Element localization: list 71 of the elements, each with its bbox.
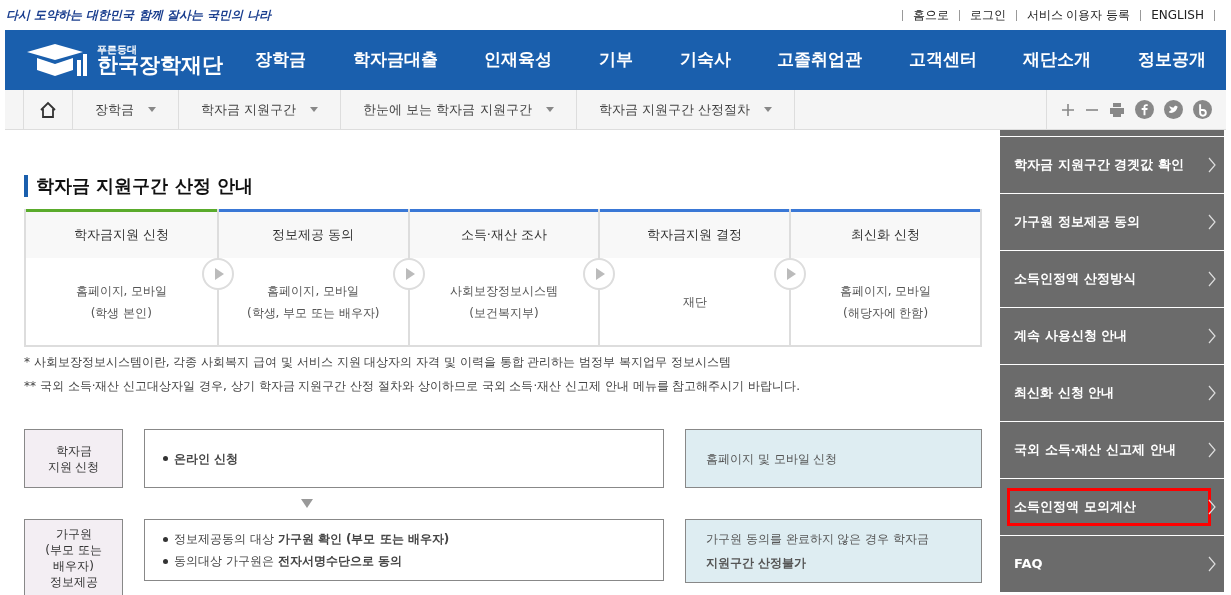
step-detail: (학생 본인) [90,304,152,322]
caret-icon [148,107,156,112]
zoom-in-icon[interactable] [1061,102,1075,117]
sidebar-item[interactable]: 최신화 신청 안내 [1000,365,1224,421]
nav-item[interactable]: 재단소개 [1023,47,1092,73]
footnote: ** 국외 소득·재산 신고대상자일 경우, 상기 학자금 지원구간 산정 절차와 상이하므로 국외 소득·재산 신고제 안내 메뉴를 참고해주시기 바랍니다. [24,378,802,395]
sidebar-item[interactable]: 소득인정액 모의계산 [1000,479,1224,535]
breadcrumb-dropdown[interactable]: 학자금 지원구간 [179,90,342,129]
sidebar-item[interactable]: 가구원 정보제공 동의 [1000,194,1224,250]
print-icon[interactable] [1109,101,1125,118]
nav-item[interactable]: 고객센터 [908,47,977,73]
sidebar-item[interactable]: 소득인정액 산정방식 [1000,251,1224,307]
bullet-text: 온라인 신청 [174,450,239,468]
info-text: 지원구간 산정불가 [706,555,808,572]
chevron-right-icon [1208,385,1216,401]
bird-icon[interactable] [1164,100,1183,119]
step-title: 학자금지원 결정 [600,212,790,258]
breadcrumb-dropdown[interactable]: 장학금 [73,90,179,129]
down-arrow-icon [301,499,313,508]
step-detail: (해당자에 한함) [843,304,929,322]
top-link[interactable]: ENGLISH [1151,6,1204,24]
footnote: * 사회보장정보시스템이란, 각종 사회복지 급여 및 서비스 지원 대상자의 자격 및 이력을 통합 관리하는 범정부 복지업무 정보시스템 [24,354,732,371]
step-title: 소득·재산 조사 [409,212,599,258]
nav-item[interactable]: 정보공개 [1138,47,1206,73]
top-link[interactable]: 로그인 [969,6,1006,24]
breadcrumb-dropdown[interactable]: 한눈에 보는 학자금 지원구간 [341,90,577,129]
sidebar-item[interactable]: 계속 사용신청 안내 [1000,308,1224,364]
sidebar-item[interactable]: 국외 소득·재산 신고제 안내 [1000,422,1224,478]
chevron-right-icon [1208,556,1216,572]
step-label: 학자금 지원 신청 [24,429,123,488]
caret-icon [310,107,319,112]
top-link[interactable]: 서비스 이용자 등록 [1026,6,1131,24]
step-detail: 홈페이지, 모바일 [75,282,168,300]
step-detail: 재단 [682,293,707,311]
sidebar-item[interactable]: 학자금 지원구간 경곗값 확인 [1000,137,1224,193]
top-link[interactable]: 홈으로 [912,6,949,24]
nav-item[interactable]: 장학금 [255,47,306,73]
nav-item[interactable]: 인재육성 [484,47,553,73]
info-text: 홈페이지 및 모바일 신청 [706,450,839,468]
bullet-text: 동의대상 가구원은 전자서명수단으로 동의 [174,553,402,570]
blog-icon[interactable] [1193,100,1212,119]
home-icon[interactable] [39,100,57,119]
chevron-right-icon [1208,271,1216,287]
step-label: 가구원 (부모 또는 배우자) 정보제공 [24,519,123,595]
step-detail: 홈페이지, 모바일 [839,282,932,300]
step-detail: (학생, 부모 또는 배우자) [246,304,380,322]
caret-icon [545,107,554,112]
chevron-right-icon [1208,157,1216,173]
caret-icon [763,107,772,112]
step-detail: (보건복지부) [469,304,539,322]
facebook-icon[interactable] [1135,100,1154,119]
step-detail: 사회보장정보시스템 [450,282,558,300]
step-title: 최신화 신청 [791,212,980,258]
chevron-right-icon [1208,442,1216,458]
chevron-right-icon [1208,499,1216,515]
step-title: 학자금지원 신청 [26,212,217,258]
step-title: 정보제공 동의 [218,212,408,258]
slogan-text: 다시 도약하는 대한민국 함께 잘사는 국민의 나라 [6,7,272,24]
chevron-right-icon [1208,214,1216,230]
breadcrumb-dropdown[interactable]: 학자금 지원구간 산정절차 [576,90,795,129]
logo[interactable]: 푸른등대 한국장학재단 [97,44,223,76]
step-detail: 홈페이지, 모바일 [267,282,359,300]
sidebar-item[interactable]: FAQ [1000,536,1224,592]
chevron-right-icon [1208,328,1216,344]
nav-item[interactable]: 기숙사 [679,47,731,73]
nav-item[interactable]: 학자금대출 [352,47,438,73]
info-text: 가구원 동의를 완료하지 않은 경우 학자금 [706,531,931,548]
section-title: 학자금 지원구간 산정 안내 [36,174,253,198]
nav-item[interactable]: 고졸취업관 [777,47,863,73]
bullet-text: 정보제공동의 대상 가구원 확인 (부모 또는 배우자) [174,531,450,548]
nav-item[interactable]: 기부 [598,47,633,73]
